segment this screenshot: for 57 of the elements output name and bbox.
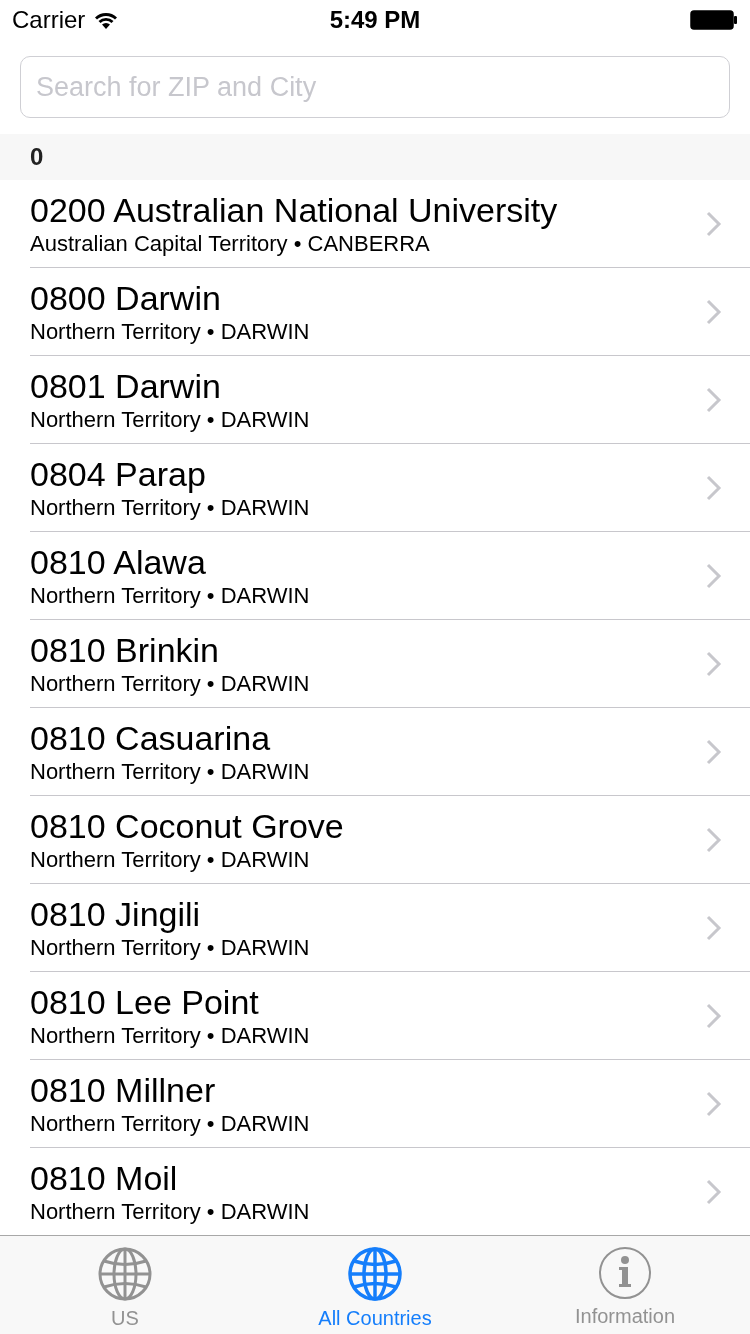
wifi-icon — [93, 10, 120, 30]
chevron-icon — [706, 210, 722, 237]
row-subtitle: Australian Capital Territory • CANBERRA — [30, 229, 431, 258]
list-row[interactable]: 0804 Parap Northern Territory • DARWIN — [0, 444, 750, 532]
list-row[interactable]: 0810 Millner Northern Territory • DARWIN — [0, 1060, 750, 1148]
row-subtitle: Northern Territory • DARWIN — [30, 317, 311, 346]
row-title: 0200 Australian National University — [30, 189, 559, 230]
row-title: 0810 Millner — [30, 1069, 217, 1110]
section-header: 0 — [30, 142, 44, 172]
row-title: 0810 Lee Point — [30, 981, 260, 1022]
list-row[interactable]: 0810 Jingili Northern Territory • DARWIN — [0, 884, 750, 972]
list-row[interactable]: 0801 Darwin Northern Territory • DARWIN — [0, 356, 750, 444]
globe-icon — [97, 1246, 153, 1302]
list-row[interactable]: 0800 Darwin Northern Territory • DARWIN — [0, 268, 750, 356]
row-subtitle: Northern Territory • DARWIN — [30, 757, 311, 786]
list-row[interactable]: 0810 Casuarina Northern Territory • DARWIN — [0, 708, 750, 796]
chevron-icon — [706, 650, 722, 677]
row-title: 0801 Darwin — [30, 365, 222, 406]
list-row[interactable]: 0810 Alawa Northern Territory • DARWIN — [0, 532, 750, 620]
chevron-icon — [706, 474, 722, 501]
battery-icon — [690, 10, 738, 30]
chevron-icon — [706, 562, 722, 589]
list-row[interactable]: 0810 Brinkin Northern Territory • DARWIN — [0, 620, 750, 708]
chevron-icon — [706, 298, 722, 325]
row-title: 0810 Jingili — [30, 893, 202, 934]
row-title: 0804 Parap — [30, 453, 207, 494]
chevron-icon — [706, 738, 722, 765]
list-row[interactable]: 0810 Lee Point Northern Territory • DARWIN — [0, 972, 750, 1060]
clock-time: 5:49 PM — [329, 5, 421, 35]
row-subtitle: Northern Territory • DARWIN — [30, 405, 311, 434]
chevron-icon — [706, 914, 722, 941]
info-icon — [598, 1246, 652, 1300]
row-subtitle: Northern Territory • DARWIN — [30, 1109, 311, 1138]
row-subtitle: Northern Territory • DARWIN — [30, 1197, 311, 1226]
row-subtitle: Northern Territory • DARWIN — [30, 845, 311, 874]
chevron-icon — [706, 386, 722, 413]
row-subtitle: Northern Territory • DARWIN — [30, 581, 311, 610]
row-title: 0810 Coconut Grove — [30, 805, 345, 846]
chevron-icon — [706, 1090, 722, 1117]
row-title: 0810 Moil — [30, 1157, 179, 1198]
row-subtitle: Northern Territory • DARWIN — [30, 933, 311, 962]
row-title: 0810 Casuarina — [30, 717, 272, 758]
search-field[interactable]: Search for ZIP and City — [20, 56, 730, 118]
list-row[interactable]: 0200 Australian National University Australian Capital Territory • CANBERRA — [0, 180, 750, 268]
list-row[interactable]: 0810 Coconut Grove Northern Territory • DARWIN — [0, 796, 750, 884]
row-subtitle: Northern Territory • DARWIN — [30, 1021, 311, 1050]
chevron-icon — [706, 826, 722, 853]
chevron-icon — [706, 1002, 722, 1029]
carrier-label: Carrier — [12, 5, 86, 35]
row-title: 0810 Brinkin — [30, 629, 220, 670]
globe-icon — [347, 1246, 403, 1302]
tab[interactable]: All Countries — [250, 1236, 500, 1334]
row-subtitle: Northern Territory • DARWIN — [30, 493, 311, 522]
row-title: 0810 Alawa — [30, 541, 207, 582]
chevron-icon — [706, 1178, 722, 1205]
row-title: 0800 Darwin — [30, 277, 222, 318]
row-subtitle: Northern Territory • DARWIN — [30, 669, 311, 698]
